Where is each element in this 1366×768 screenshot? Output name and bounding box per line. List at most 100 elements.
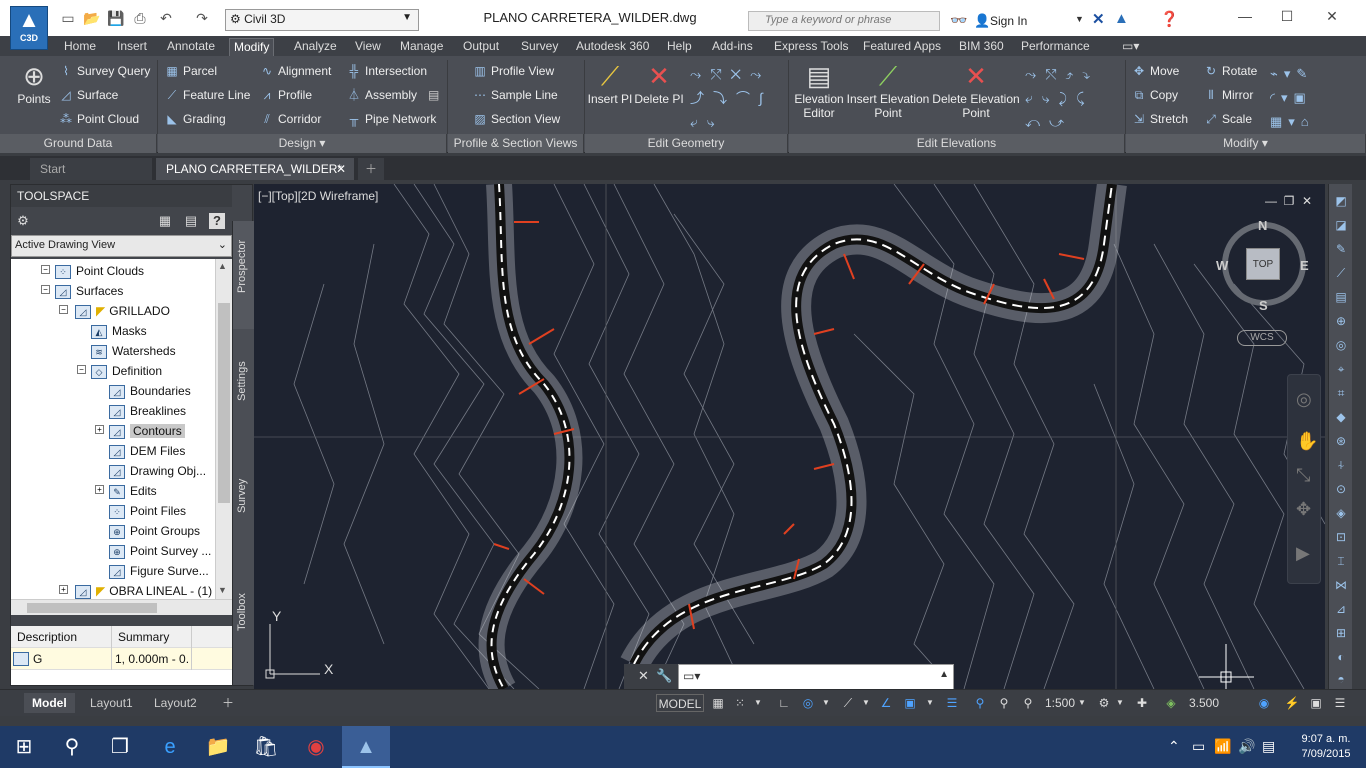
tab-drawing[interactable]: PLANO CARRETERA_WILDER* ✕ — [156, 158, 354, 180]
tab-insert[interactable]: Insert — [113, 38, 151, 56]
delete-pi-button[interactable]: ✕ Delete PI — [634, 60, 684, 106]
polar-icon[interactable]: ◎ — [800, 694, 816, 712]
mirror-button[interactable]: ⫴ Mirror — [1203, 88, 1253, 102]
view-dropdown[interactable]: Active Drawing View ⌄ — [11, 235, 232, 257]
tree-item-definition[interactable]: ◇ Definition — [91, 361, 162, 381]
tree-item-obra-lineal[interactable]: ◿ ◤ OBRA LINEAL - (1) — [75, 581, 212, 599]
lineweight-icon[interactable]: ☰ — [942, 694, 962, 712]
tree-item-dem-files[interactable]: ◿ DEM Files — [109, 441, 185, 461]
tab-manage[interactable]: Manage — [396, 38, 447, 56]
assembly-button[interactable]: ⏃ Assembly — [346, 88, 417, 102]
viewport-controls-label[interactable]: [−][Top][2D Wireframe] — [258, 189, 378, 203]
chevron-up-icon[interactable]: ⌃ — [1168, 738, 1180, 755]
assembly-extra-icon[interactable]: ▤ — [428, 88, 439, 102]
grading-button[interactable]: ◣ Grading — [164, 112, 225, 126]
parcel-button[interactable]: ▦ Parcel — [164, 64, 217, 78]
lineweight-value[interactable]: 3.500 — [1184, 694, 1224, 712]
volume-icon[interactable]: 🔊 — [1238, 738, 1255, 755]
undo-icon[interactable]: ↶ — [156, 10, 176, 28]
tool-icon[interactable]: ◪ — [1333, 218, 1349, 234]
viewport-minimize-icon[interactable]: — — [1264, 194, 1278, 208]
customization-icon[interactable]: ☰ — [1330, 694, 1350, 712]
tree-item-contours[interactable]: ◿ Contours — [109, 421, 185, 441]
elevation-editor-button[interactable]: ▤ Elevation Editor — [792, 60, 846, 120]
pan-icon[interactable]: ✋ — [1296, 431, 1318, 452]
copy-button[interactable]: ⧉ Copy — [1131, 88, 1178, 102]
edit-geometry-tools-icon[interactable]: ⤳⤲✕⤳ ⤴⤵⌒∫ ⤶⤷ — [690, 62, 785, 134]
steering-wheel-icon[interactable]: ◎ — [1296, 389, 1312, 410]
viewport-close-icon[interactable]: ✕ — [1300, 194, 1314, 208]
tree-item-drawing-objects[interactable]: ◿ Drawing Obj... — [109, 461, 206, 481]
file-explorer-icon[interactable]: 📁 — [194, 726, 242, 768]
chevron-down-icon[interactable]: ▼ — [820, 694, 832, 712]
move-button[interactable]: ✥ Move — [1131, 64, 1179, 78]
insert-pi-button[interactable]: ⟋ Insert PI — [586, 60, 634, 106]
ribbon-options-icon[interactable]: ▭▾ — [1118, 38, 1143, 56]
tab-toolbox[interactable]: Toolbox — [232, 551, 254, 685]
tool-icon[interactable]: ◆ — [1333, 410, 1349, 426]
annotation-scale-value[interactable]: 1:500 — [1040, 694, 1080, 712]
annotation-scale-icon[interactable]: ⚲ — [1018, 694, 1038, 712]
tab-analyze[interactable]: Analyze — [290, 38, 341, 56]
grid-icon[interactable]: ▦ — [710, 694, 726, 712]
isolate-objects-icon[interactable]: ◉ — [1254, 694, 1274, 712]
tab-bim360[interactable]: BIM 360 — [955, 38, 1008, 56]
tool-icon[interactable]: ◎ — [1333, 338, 1349, 354]
insert-elevation-point-button[interactable]: ⟋ Insert Elevation Point — [846, 60, 930, 120]
zoom-extents-icon[interactable]: ⤡ — [1296, 465, 1310, 486]
intersection-button[interactable]: ╬ Intersection — [346, 64, 427, 78]
tab-survey[interactable]: Survey — [517, 38, 562, 56]
chevron-down-icon[interactable]: ▼ — [752, 694, 764, 712]
tree-vertical-scrollbar[interactable]: ▲ ▼ — [215, 259, 232, 599]
profile-section-panel-title[interactable]: Profile & Section Views — [448, 134, 584, 153]
civil3d-taskbar-icon[interactable]: ▲ — [342, 726, 390, 768]
compass-east[interactable]: E — [1300, 258, 1309, 273]
hardware-acceleration-icon[interactable]: ⚡ — [1282, 694, 1302, 712]
modify-panel-title[interactable]: Modify ▾ — [1126, 134, 1366, 153]
feature-line-button[interactable]: ⟋ Feature Line — [164, 88, 251, 102]
save-icon[interactable]: 💾 — [106, 10, 126, 28]
tool-icon[interactable]: ⌗ — [1333, 386, 1349, 402]
scroll-thumb[interactable] — [27, 603, 157, 613]
tree-horizontal-scrollbar[interactable] — [11, 599, 232, 615]
workspace-dropdown[interactable]: ⚙ Civil 3D ▼ — [225, 9, 419, 31]
search-input[interactable]: Type a keyword or phrase — [748, 11, 940, 31]
clean-screen-icon[interactable]: ▣ — [1306, 694, 1326, 712]
chevron-down-icon[interactable]: ▼ — [1075, 14, 1084, 24]
ground-data-panel-title[interactable]: Ground Data — [0, 134, 157, 153]
edit-geometry-panel-title[interactable]: Edit Geometry — [585, 134, 788, 153]
tab-addins[interactable]: Add-ins — [708, 38, 757, 56]
tree-item-grillado[interactable]: ◿ ◤ GRILLADO — [75, 301, 170, 321]
tool-icon[interactable]: ⟋ — [1333, 266, 1349, 282]
tab-output[interactable]: Output — [459, 38, 503, 56]
toolspace-options-icon[interactable]: ⚙ — [15, 213, 31, 229]
profile-button[interactable]: ⩘ Profile — [259, 88, 312, 102]
tab-settings[interactable]: Settings — [232, 329, 254, 433]
object-snap-icon[interactable]: ▣ — [902, 694, 918, 712]
tree-item-edits[interactable]: ✎ Edits — [109, 481, 157, 501]
table-row[interactable]: G 1, 0.000m - 0.( — [11, 648, 232, 670]
new-tab-button[interactable]: ＋ — [358, 158, 384, 180]
tab-autodesk360[interactable]: Autodesk 360 — [572, 38, 653, 56]
task-view-icon[interactable]: ❐ — [96, 726, 144, 768]
points-button[interactable]: ⊕ Points — [14, 60, 54, 106]
new-icon[interactable]: ▭ — [58, 10, 78, 28]
chevron-down-icon[interactable]: ▼ — [1076, 694, 1088, 712]
point-cloud-button[interactable]: ⁂ Point Cloud — [58, 112, 139, 126]
tab-view[interactable]: View — [351, 38, 385, 56]
tool-icon[interactable]: ⍭ — [1333, 458, 1349, 474]
tree-item-masks[interactable]: ◭ Masks — [91, 321, 147, 341]
tab-model[interactable]: Model — [24, 693, 75, 713]
close-command-line-icon[interactable]: ✕ — [638, 668, 649, 684]
viewport-restore-icon[interactable]: ❐ — [1282, 194, 1296, 208]
tool-icon[interactable]: ⋈ — [1333, 578, 1349, 594]
model-space-button[interactable]: MODEL — [656, 694, 704, 712]
corridor-button[interactable]: ⫽ Corridor — [259, 112, 321, 126]
workspace-switch-icon[interactable]: ⚙ — [1096, 694, 1112, 712]
expand-icon[interactable]: + — [95, 485, 104, 494]
edge-browser-icon[interactable]: e — [146, 726, 194, 768]
drawing-viewport[interactable]: Y X [−][Top][2D Wireframe] — ❐ ✕ TOP N S… — [254, 184, 1325, 689]
edit-elevations-panel-title[interactable]: Edit Elevations — [789, 134, 1125, 153]
application-menu-button[interactable]: ▲ C3D — [10, 6, 48, 50]
tree-item-breaklines[interactable]: ◿ Breaklines — [109, 401, 186, 421]
